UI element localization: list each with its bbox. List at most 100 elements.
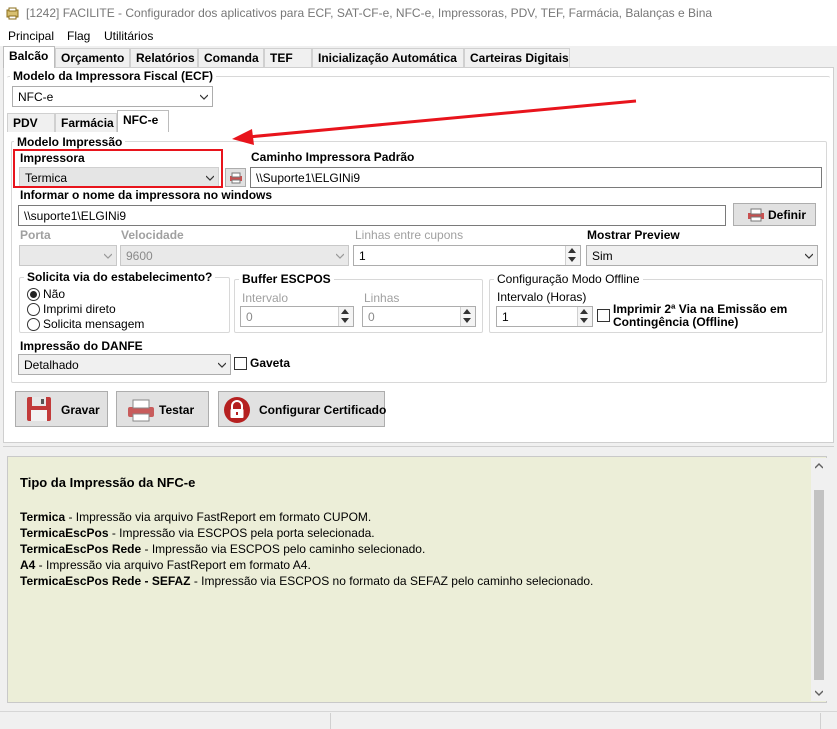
app-icon <box>6 7 19 20</box>
offline-intervalo-spinner[interactable] <box>577 307 592 326</box>
segunda-via-label-2: Contingência (Offline) <box>613 315 739 329</box>
help-heading: Tipo da Impressão da NFC-e <box>20 475 196 490</box>
windows-printer-label: Informar o nome da impressora no windows <box>20 188 273 202</box>
tab-tef[interactable]: TEF <box>264 48 312 67</box>
help-item: TermicaEscPos Rede - Impressão via ESCPO… <box>20 542 425 556</box>
status-bar <box>0 711 837 729</box>
help-item: TermicaEscPos - Impressão via ESCPOS pel… <box>20 526 375 540</box>
help-term: TermicaEscPos Rede <box>20 542 142 556</box>
segunda-via-label-1: Imprimir 2ª Via na Emissão em <box>613 302 788 316</box>
preview-label: Mostrar Preview <box>587 228 680 242</box>
porta-select[interactable] <box>19 245 117 266</box>
preview-select[interactable]: Sim <box>586 245 818 266</box>
spin-up-icon <box>568 248 576 253</box>
help-desc: - Impressão via ESCPOS pela porta seleci… <box>108 526 375 540</box>
porta-label: Porta <box>20 228 51 242</box>
help-item: Termica - Impressão via arquivo FastRepo… <box>20 510 371 524</box>
velocidade-select[interactable]: 9600 <box>120 245 349 266</box>
menu-flag[interactable]: Flag <box>67 29 90 43</box>
linhas-cupons-spinner[interactable] <box>565 246 580 265</box>
help-item: A4 - Impressão via arquivo FastReport em… <box>20 558 311 572</box>
ecf-model-title: Modelo da Impressora Fiscal (ECF) <box>10 69 217 83</box>
velocidade-label: Velocidade <box>121 228 184 242</box>
gravar-button[interactable]: Gravar <box>15 391 108 427</box>
subtab-farmacia[interactable]: Farmácia <box>55 113 117 132</box>
help-desc: - Impressão via ESCPOS pelo caminho sele… <box>141 542 426 556</box>
title-bar: [1242] FACILITE - Configurador dos aplic… <box>0 0 837 28</box>
configurar-certificado-button[interactable]: Configurar Certificado <box>218 391 387 427</box>
danfe-label: Impressão do DANFE <box>20 339 143 353</box>
menu-utilitarios[interactable]: Utilitários <box>104 29 153 43</box>
tab-inicializacao[interactable]: Inicialização Automática <box>312 48 464 67</box>
spin-up-icon <box>463 309 471 314</box>
spin-down-icon <box>580 318 588 323</box>
ecf-model-value: NFC-e <box>18 90 54 104</box>
caminho-input[interactable]: \\Suporte1\ELGINi9 <box>250 167 822 188</box>
radio-imprimi-direto-label: Imprimi direto <box>43 302 116 316</box>
testar-button[interactable]: Testar <box>116 391 209 427</box>
spin-up-icon <box>580 309 588 314</box>
buffer-linhas-value: 0 <box>368 310 375 324</box>
help-term: Termica <box>20 510 66 524</box>
offline-intervalo-input[interactable]: 1 <box>496 306 593 327</box>
splitter[interactable] <box>3 446 834 447</box>
gaveta-checkbox[interactable] <box>234 357 247 370</box>
tab-balcao[interactable]: Balcão <box>3 46 55 68</box>
menu-principal[interactable]: Principal <box>8 29 54 43</box>
buffer-intervalo-spinner[interactable] <box>338 307 353 326</box>
tab-carteiras[interactable]: Carteiras Digitais <box>464 48 570 67</box>
chevron-down-icon <box>815 690 823 696</box>
help-term: TermicaEscPos <box>20 526 109 540</box>
buffer-intervalo-input[interactable]: 0 <box>240 306 354 327</box>
ecf-model-select[interactable]: NFC-e <box>12 86 213 107</box>
offline-intervalo-value: 1 <box>502 310 509 324</box>
subtab-pdv[interactable]: PDV <box>7 113 55 132</box>
testar-label: Testar <box>159 403 195 417</box>
buffer-linhas-input[interactable]: 0 <box>362 306 476 327</box>
printer-icon <box>748 208 764 222</box>
subtab-nfce[interactable]: NFC-e <box>117 110 169 132</box>
tab-relatorios[interactable]: Relatórios <box>130 48 198 67</box>
chevron-down-icon <box>200 94 208 100</box>
caminho-label: Caminho Impressora Padrão <box>251 150 415 164</box>
highlight-box <box>13 149 223 188</box>
definir-button[interactable]: Definir <box>733 203 816 226</box>
gaveta-label: Gaveta <box>250 356 291 370</box>
gravar-label: Gravar <box>61 403 100 417</box>
help-term: TermicaEscPos Rede - SEFAZ <box>20 574 191 588</box>
tab-orcamento[interactable]: Orçamento <box>55 48 130 67</box>
radio-nao[interactable] <box>27 288 40 301</box>
configurar-certificado-label: Configurar Certificado <box>259 403 387 417</box>
radio-imprimi-direto[interactable] <box>27 303 40 316</box>
danfe-value: Detalhado <box>24 358 79 372</box>
chevron-down-icon <box>336 253 344 259</box>
radio-nao-label: Não <box>43 287 66 301</box>
offline-title: Configuração Modo Offline <box>494 272 643 286</box>
segunda-via-checkbox[interactable] <box>597 309 610 322</box>
help-scrollbar[interactable] <box>811 458 827 701</box>
help-desc: - Impressão via arquivo FastReport em fo… <box>65 510 372 524</box>
via-title: Solicita via do estabelecimento? <box>24 270 216 284</box>
definir-label: Definir <box>768 208 807 222</box>
buffer-title: Buffer ESCPOS <box>239 272 334 286</box>
radio-solicita-mensagem[interactable] <box>27 318 40 331</box>
windows-printer-input[interactable]: \\suporte1\ELGINi9 <box>18 205 726 226</box>
danfe-select[interactable]: Detalhado <box>18 354 231 375</box>
printer-icon <box>230 172 242 184</box>
save-icon <box>27 397 51 421</box>
radio-solicita-mensagem-label: Solicita mensagem <box>43 317 145 331</box>
spin-up-icon <box>341 309 349 314</box>
chevron-up-icon <box>815 463 823 469</box>
scrollbar-thumb[interactable] <box>814 490 824 680</box>
velocidade-value: 9600 <box>126 249 153 263</box>
buffer-linhas-spinner[interactable] <box>460 307 475 326</box>
printer-icon <box>128 399 154 422</box>
tab-comanda[interactable]: Comanda <box>198 48 264 67</box>
printer-select-button[interactable] <box>225 168 246 187</box>
linhas-cupons-label: Linhas entre cupons <box>355 228 464 242</box>
linhas-cupons-input[interactable]: 1 <box>353 245 581 266</box>
preview-value: Sim <box>592 249 613 263</box>
help-desc: - Impressão via ESCPOS no formato da SEF… <box>190 574 594 588</box>
help-panel: Tipo da Impressão da NFC-e Termica - Imp… <box>7 456 827 703</box>
offline-intervalo-label: Intervalo (Horas) <box>497 290 587 304</box>
